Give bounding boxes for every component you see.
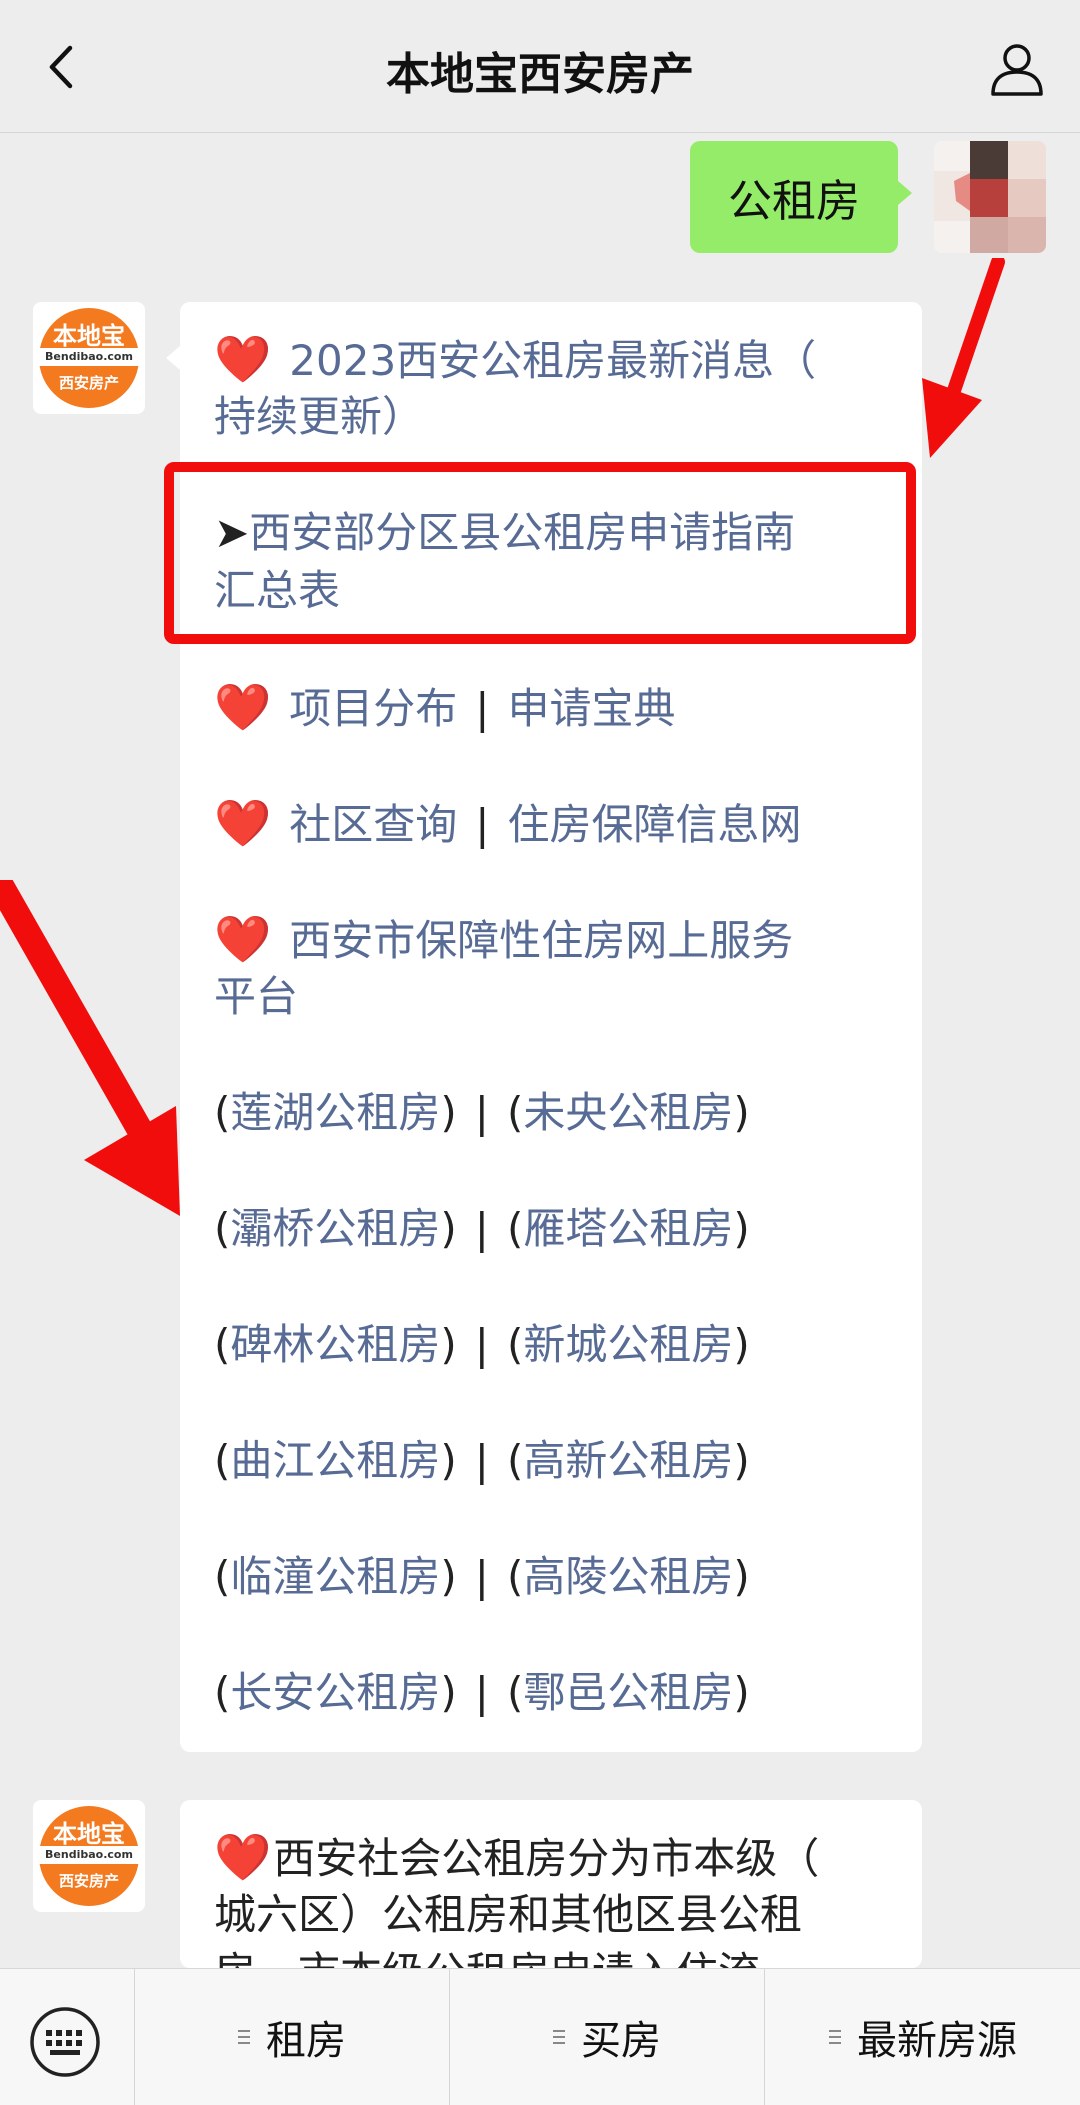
district-link[interactable]: 高陵公租房 — [523, 1552, 733, 1601]
separator: | — [475, 684, 490, 733]
official-account-avatar[interactable]: 本地宝 Bendibao.com 西安房产 — [33, 302, 145, 414]
news-link[interactable]: ❤️ 2023西安公租房最新消息（ — [214, 330, 892, 390]
district-link[interactable]: 碑林公租房 — [230, 1320, 440, 1369]
message-text: 房，市本级公租房申请入住流 — [214, 1944, 892, 1968]
profile-icon[interactable] — [988, 40, 1046, 98]
menu-buy[interactable]: 买房 — [449, 1969, 764, 2105]
district-link[interactable]: 高新公租房 — [523, 1436, 733, 1485]
official-account-avatar[interactable]: 本地宝 Bendibao.com 西安房产 — [33, 1800, 145, 1912]
heart-icon: ❤️ — [214, 680, 272, 734]
service-platform-link-continued[interactable]: 平台 — [214, 968, 892, 1026]
district-row: (长安公租房) | (鄠邑公租房) — [214, 1668, 750, 1717]
menu-lines-icon — [238, 2030, 250, 2044]
menu-lines-icon — [829, 2030, 841, 2044]
community-query-link[interactable]: 社区查询 — [289, 800, 457, 849]
heart-icon: ❤️ — [214, 912, 272, 966]
district-row: (临潼公租房) | (高陵公租房) — [214, 1552, 750, 1601]
district-link[interactable]: 长安公租房 — [230, 1668, 440, 1717]
red-arrow-icon — [0, 880, 180, 1216]
reply-message-bubble: ❤️西安社会公租房分为市本级（ 城六区）公租房和其他区县公租 房，市本级公租房申… — [180, 1800, 922, 1968]
menu-rent[interactable]: 租房 — [134, 1969, 449, 2105]
district-row: (碑林公租房) | (新城公租房) — [214, 1320, 750, 1369]
menu-lines-icon — [553, 2030, 565, 2044]
district-row: (曲江公租房) | (高新公租房) — [214, 1436, 750, 1485]
district-link[interactable]: 未央公租房 — [523, 1088, 733, 1137]
district-link[interactable]: 临潼公租房 — [230, 1552, 440, 1601]
keyboard-icon[interactable] — [28, 2005, 102, 2079]
district-link[interactable]: 曲江公租房 — [230, 1436, 440, 1485]
sent-message-bubble[interactable]: 公租房 — [690, 141, 912, 253]
logo-brand-text: 本地宝 — [53, 322, 125, 350]
links-row-1: ❤️ 项目分布 | 申请宝典 — [214, 678, 892, 738]
district-row: (灞桥公租房) | (雁塔公租房) — [214, 1204, 750, 1253]
heart-icon: ❤️ — [214, 332, 272, 386]
district-link[interactable]: 雁塔公租房 — [523, 1204, 733, 1253]
project-distribution-link[interactable]: 项目分布 — [289, 684, 457, 733]
application-guide-link[interactable]: 申请宝典 — [507, 684, 675, 733]
bottom-menu-bar: 租房 买房 最新房源 — [0, 1968, 1080, 2105]
red-arrow-icon — [922, 258, 1005, 458]
menu-latest-listings[interactable]: 最新房源 — [764, 1969, 1080, 2105]
page-title: 本地宝西安房产 — [386, 49, 694, 100]
district-link[interactable]: 莲湖公租房 — [230, 1088, 440, 1137]
logo-site-text: Bendibao.com — [39, 348, 139, 366]
heart-icon: ❤️ — [214, 1830, 272, 1884]
district-link[interactable]: 灞桥公租房 — [230, 1204, 440, 1253]
sent-message-text: 公租房 — [728, 176, 860, 227]
top-bar: 本地宝西安房产 — [0, 0, 1080, 133]
separator: | — [475, 800, 490, 849]
district-row: (莲湖公租房) | (未央公租房) — [214, 1088, 750, 1137]
logo-sub-text: 西安房产 — [58, 374, 119, 392]
heart-icon: ❤️ — [214, 796, 272, 850]
avatar-image — [934, 141, 1046, 253]
housing-info-link[interactable]: 住房保障信息网 — [507, 800, 801, 849]
message-text: 城六区）公租房和其他区县公租 — [214, 1890, 803, 1939]
district-link[interactable]: 鄠邑公租房 — [523, 1668, 733, 1717]
news-link-continued[interactable]: 持续更新） — [214, 388, 892, 446]
links-row-2: ❤️ 社区查询 | 住房保障信息网 — [214, 794, 892, 854]
user-avatar[interactable] — [934, 141, 1046, 253]
service-platform-link[interactable]: ❤️ 西安市保障性住房网上服务 — [214, 910, 892, 970]
message-text: ❤️西安社会公租房分为市本级（ — [214, 1830, 820, 1884]
highlight-box — [164, 462, 916, 644]
district-link[interactable]: 新城公租房 — [523, 1320, 733, 1369]
